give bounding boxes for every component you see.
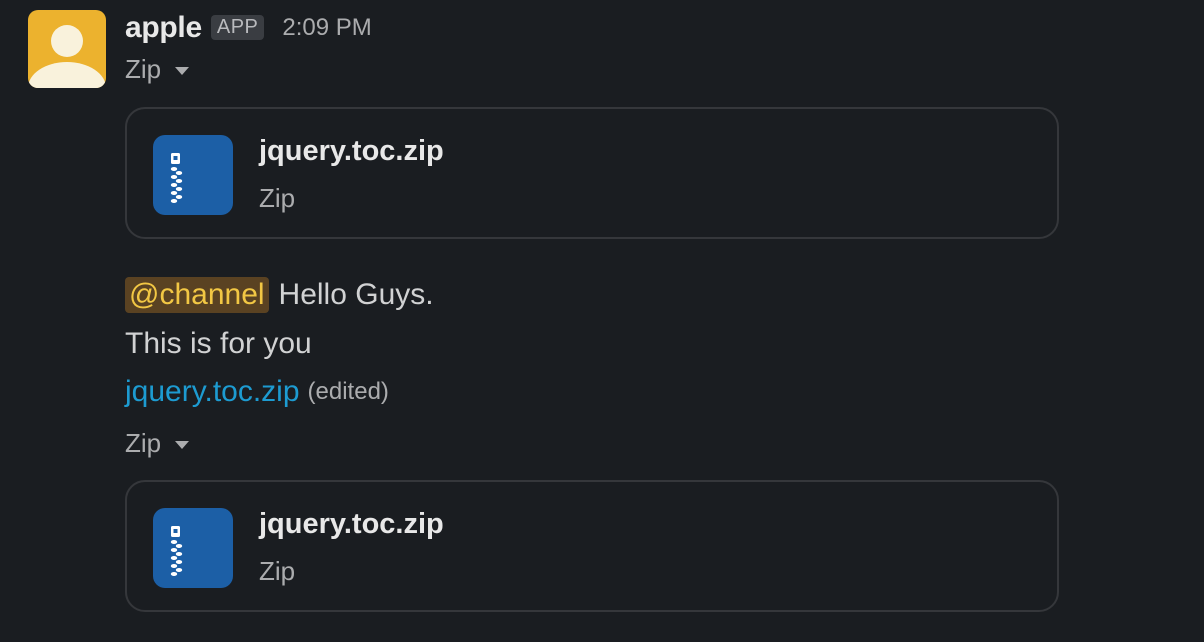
person-silhouette-icon	[28, 25, 106, 88]
file-toggle-label: Zip	[125, 54, 162, 84]
message-text-line-1: @channel Hello Guys.	[125, 273, 434, 317]
message: apple APP 2:09 PM Zip jquery.toc.zip Zip…	[0, 0, 1204, 642]
edited-label: (edited)	[307, 378, 389, 405]
message-text-line-3: jquery.toc.zip (edited)	[125, 370, 389, 414]
file-toggle-label: Zip	[125, 428, 162, 458]
zip-file-icon	[153, 135, 233, 215]
sender-name[interactable]: apple	[125, 11, 202, 45]
message-text-line-2: This is for you	[125, 322, 312, 366]
zip-file-icon	[153, 508, 233, 588]
file-name[interactable]: jquery.toc.zip	[259, 135, 444, 168]
file-attachment-1[interactable]: jquery.toc.zip Zip	[125, 107, 1059, 239]
file-link[interactable]: jquery.toc.zip	[125, 375, 300, 409]
file-toggle-2[interactable]: Zip	[125, 428, 190, 459]
caret-down-icon	[175, 66, 190, 75]
file-name[interactable]: jquery.toc.zip	[259, 508, 444, 541]
channel-mention[interactable]: @channel	[125, 277, 269, 313]
caret-down-icon	[175, 440, 190, 449]
message-timestamp[interactable]: 2:09 PM	[282, 14, 371, 42]
file-type: Zip	[259, 183, 296, 213]
app-badge: APP	[210, 14, 265, 40]
message-header: apple APP 2:09 PM	[125, 8, 372, 48]
message-body: This is for you	[125, 327, 312, 360]
file-type: Zip	[259, 556, 296, 586]
file-toggle-1[interactable]: Zip	[125, 54, 190, 85]
file-attachment-2[interactable]: jquery.toc.zip Zip	[125, 480, 1059, 612]
message-greeting: Hello Guys.	[278, 278, 434, 311]
user-avatar[interactable]	[28, 10, 106, 88]
